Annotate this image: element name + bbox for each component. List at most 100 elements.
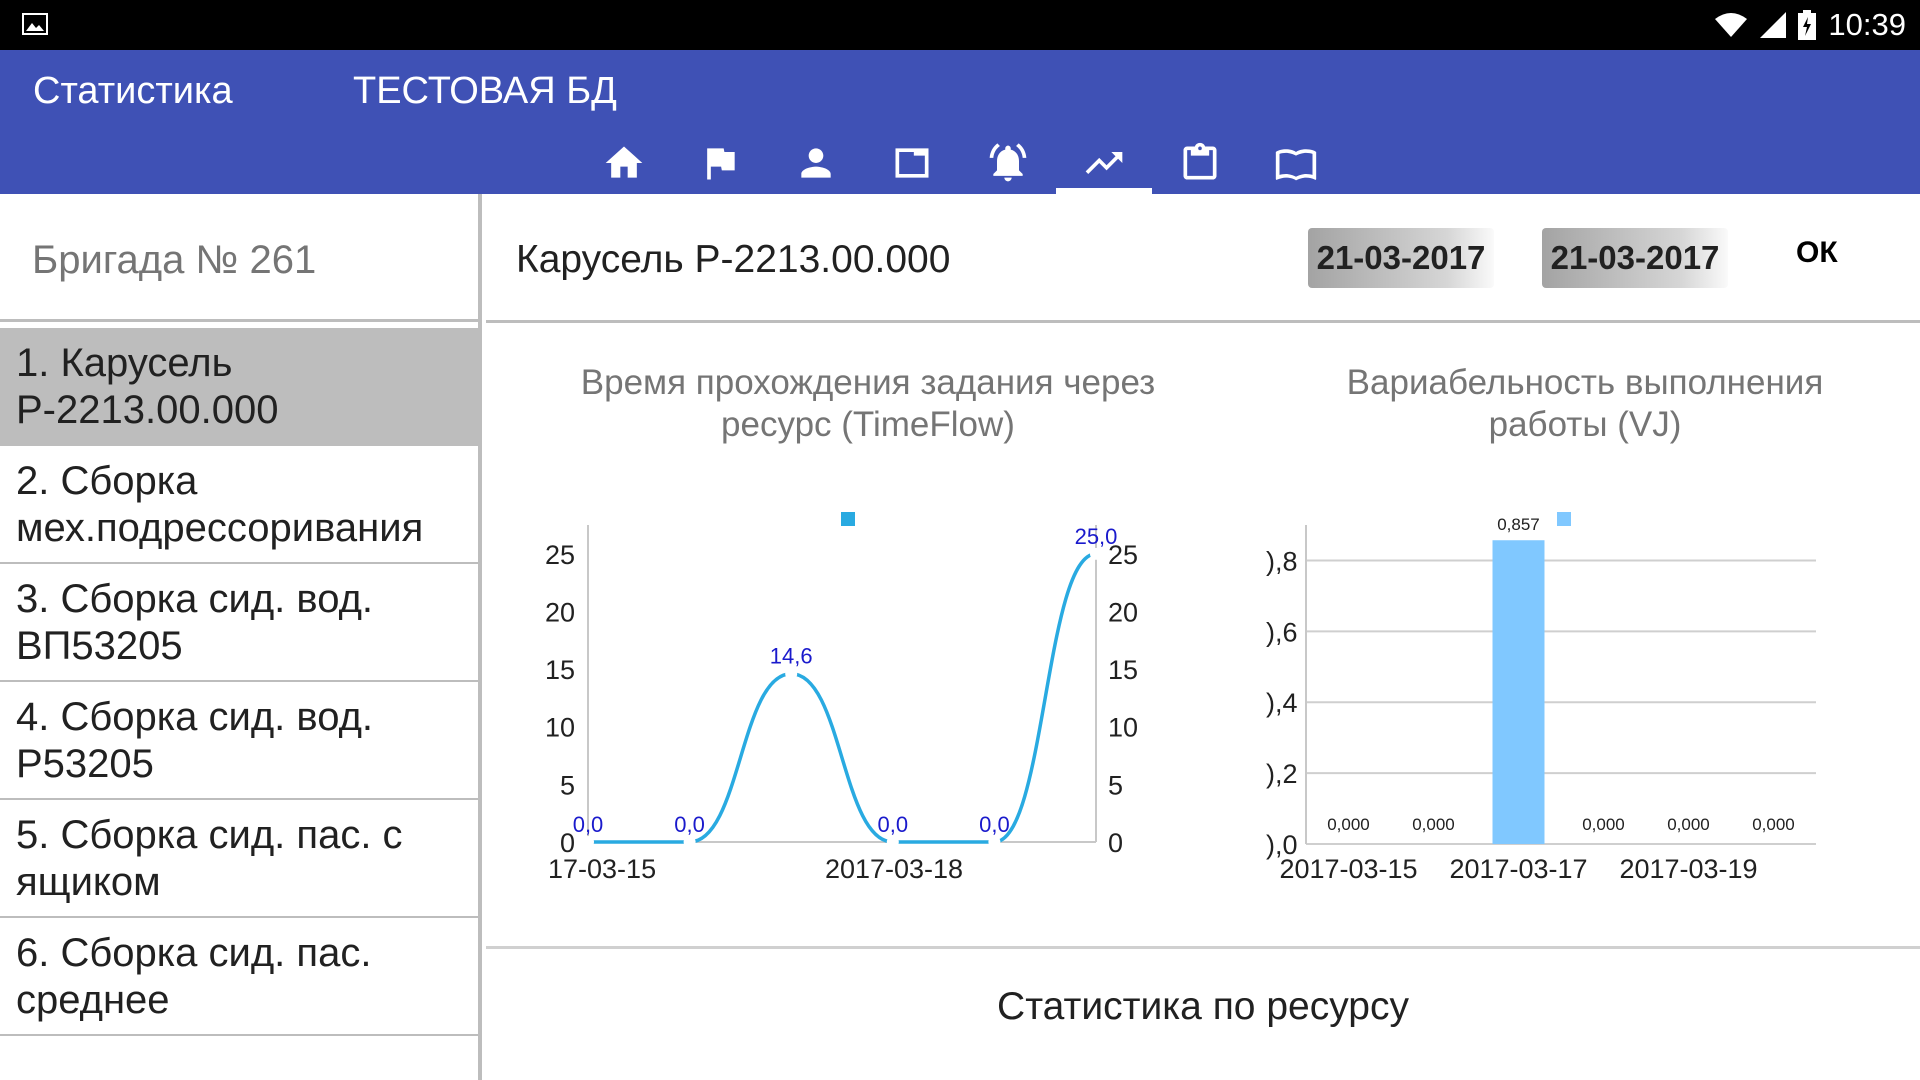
y-tick-label: ),2 — [1266, 759, 1298, 789]
app-bar: Статистика ТЕСТОВАЯ БД — [0, 50, 1920, 194]
data-label: 0,000 — [1667, 815, 1710, 834]
y-tick-label-right: 10 — [1108, 713, 1138, 743]
resource-header: Карусель Р-2213.00.000 21-03-2017 21-03-… — [486, 194, 1920, 323]
data-point — [988, 836, 1001, 848]
y-tick-label-left: 15 — [545, 655, 575, 685]
data-label: 0,000 — [1582, 815, 1625, 834]
date-from-button[interactable]: 21-03-2017 — [1308, 228, 1494, 288]
list-item-line2: Р53205 — [16, 742, 154, 786]
list-item-line2: Р-2213.00.000 — [16, 388, 279, 432]
data-point — [1090, 547, 1102, 560]
list-item-line2: среднее — [16, 978, 170, 1022]
bar — [1492, 540, 1545, 844]
y-tick-label-left: 20 — [545, 597, 575, 627]
vj-bar-chart: ),0),2),4),6),80,000 0,0000,8570,000 0,000… — [1266, 512, 1816, 884]
x-tick-label: 17-03-15 — [548, 854, 656, 884]
list-item[interactable]: 4. Сборка сид. вод. Р53205 — [0, 682, 478, 800]
ok-button[interactable]: ОК — [1796, 236, 1838, 270]
y-tick-label: ),4 — [1266, 688, 1298, 718]
resource-statistics-title: Статистика по ресурсу — [997, 985, 1409, 1028]
data-label: 0,0 — [674, 812, 705, 837]
list-item-line2: ВП53205 — [16, 624, 183, 668]
person-icon — [801, 148, 831, 178]
data-label: 0,857 — [1497, 515, 1540, 534]
data-label: 0,000 — [1752, 815, 1795, 834]
battery-icon — [1798, 10, 1817, 40]
list-item[interactable]: 5. Сборка сид. пас. с ящиком — [0, 800, 478, 918]
data-label: 25,0 — [1075, 524, 1118, 549]
flag-icon — [707, 148, 735, 180]
window-icon — [895, 148, 929, 178]
y-tick-label-left: 10 — [545, 713, 575, 743]
tab-alarm[interactable] — [960, 132, 1056, 194]
y-tick-label-right: 0 — [1108, 828, 1123, 858]
resource-list: 1. Карусель Р-2213.00.000 2. Сборка мех.… — [0, 328, 478, 1036]
tab-flag[interactable] — [672, 132, 768, 194]
x-tick-label: 2017-03-19 — [1619, 854, 1757, 884]
alarm-icon — [989, 143, 1027, 182]
data-point — [886, 836, 899, 848]
chart-title-line: работы (VJ) — [1488, 405, 1682, 444]
status-bar: 10:39 — [0, 0, 1920, 50]
clipboard-icon — [1183, 142, 1217, 180]
legend-marker — [1557, 512, 1571, 526]
y-tick-label-left: 5 — [560, 770, 575, 800]
y-tick-label: ),6 — [1266, 617, 1298, 647]
list-item-line1: 3. Сборка сид. вод. — [16, 577, 374, 621]
app-title: Статистика — [33, 70, 233, 112]
data-label: 0,000 — [1412, 815, 1455, 834]
chart-timeflow-title: Время прохождения задания через ресурс (… — [520, 362, 1216, 446]
tab-window[interactable] — [864, 132, 960, 194]
list-item-line2: мех.подрессоривания — [16, 506, 424, 550]
legend-marker — [841, 512, 855, 526]
list-item[interactable]: 2. Сборка мех.подрессоривания — [0, 446, 478, 564]
y-tick-label: ),8 — [1266, 546, 1298, 576]
x-tick-label: 2017-03-18 — [825, 854, 963, 884]
tab-home[interactable] — [576, 132, 672, 194]
chart-vj-title: Вариабельность выполнения работы (VJ) — [1240, 362, 1920, 446]
tab-book[interactable] — [1248, 132, 1344, 194]
list-item[interactable]: 6. Сборка сид. пас. среднее — [0, 918, 478, 1036]
resource-title: Карусель Р-2213.00.000 — [516, 238, 951, 281]
sidebar: Бригада № 261 1. Карусель Р-2213.00.000 … — [0, 194, 482, 1080]
database-name: ТЕСТОВАЯ БД — [353, 70, 617, 112]
book-icon — [1275, 149, 1317, 181]
list-item-line1: 4. Сборка сид. вод. — [16, 695, 374, 739]
data-point — [582, 836, 594, 848]
section-divider — [486, 946, 1920, 949]
list-item[interactable]: 1. Карусель Р-2213.00.000 — [0, 328, 478, 446]
chart-title-line: Время прохождения задания через — [580, 363, 1156, 402]
y-tick-label-right: 15 — [1108, 655, 1138, 685]
data-label: 0,000 — [1327, 815, 1370, 834]
clock: 10:39 — [1828, 7, 1906, 42]
list-item-line1: 2. Сборка — [16, 459, 198, 503]
x-tick-label: 2017-03-17 — [1449, 854, 1587, 884]
data-point — [683, 836, 696, 848]
home-icon — [605, 146, 643, 178]
series-line — [587, 552, 1097, 844]
data-label: 0,0 — [979, 812, 1010, 837]
date-to-button[interactable]: 21-03-2017 — [1542, 228, 1728, 288]
brigade-header: Бригада № 261 — [0, 194, 478, 322]
tab-statistics[interactable] — [1056, 132, 1152, 194]
list-item-line1: 5. Сборка сид. пас. с — [16, 813, 403, 857]
list-item-line1: 6. Сборка сид. пас. — [16, 931, 372, 975]
tab-person[interactable] — [768, 132, 864, 194]
data-point — [785, 667, 798, 680]
data-label: 14,6 — [770, 644, 813, 669]
tab-clipboard[interactable] — [1152, 132, 1248, 194]
x-tick-label: 2017-03-15 — [1279, 854, 1417, 884]
y-tick-label-right: 5 — [1108, 770, 1123, 800]
trending-up-icon — [1085, 152, 1123, 174]
signal-icon — [1760, 12, 1787, 38]
data-label: 0,0 — [573, 812, 604, 837]
list-item[interactable]: 3. Сборка сид. вод. ВП53205 — [0, 564, 478, 682]
list-item-line2: ящиком — [16, 860, 161, 904]
y-tick-label-right: 20 — [1108, 597, 1138, 627]
wifi-icon — [1715, 13, 1748, 37]
chart-title-line: Вариабельность выполнения — [1346, 363, 1824, 402]
tab-bar — [0, 132, 1920, 194]
timeflow-line-chart: 0510152025051015202517-03-15 2017-03-180,… — [545, 512, 1138, 884]
y-tick-label-left: 25 — [545, 540, 575, 570]
chart-title-line: ресурс (TimeFlow) — [721, 405, 1015, 444]
